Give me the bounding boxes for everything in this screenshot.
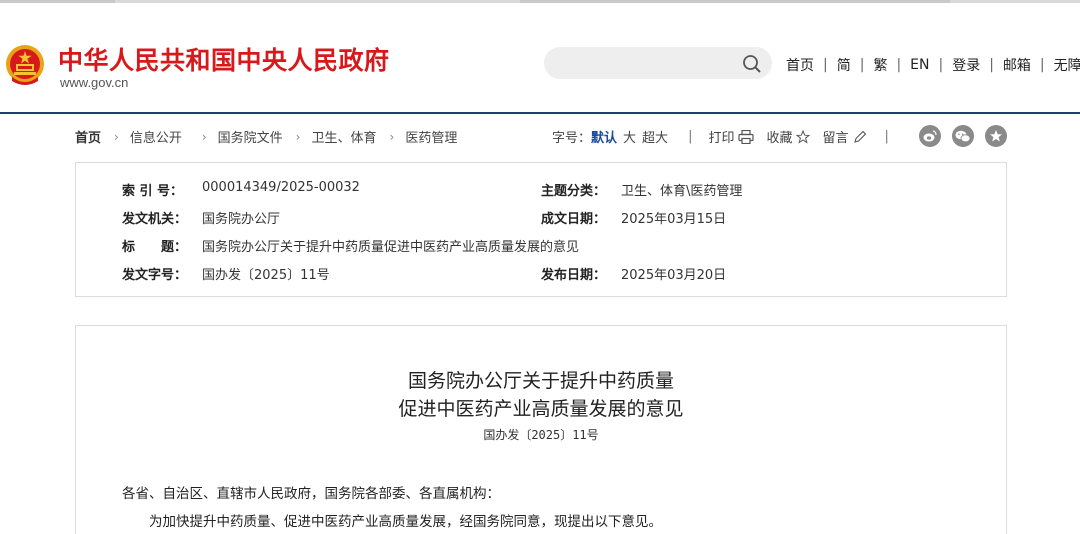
info-issuer: 发文机关： 国务院办公厅 — [122, 208, 280, 227]
breadcrumb: 首页 › 信息公开 › 国务院文件 › 卫生、体育 › 医药管理 — [75, 127, 457, 147]
site-title[interactable]: 中华人民共和国中央人民政府 — [58, 41, 390, 77]
article-doc-number: 国办发〔2025〕11号 — [483, 428, 599, 442]
tools-separator: | — [688, 129, 693, 144]
breadcrumb-home[interactable]: 首页 — [75, 127, 101, 146]
print-label: 打印 — [708, 131, 735, 146]
tools-separator: | — [884, 129, 889, 144]
national-emblem-icon[interactable] — [4, 43, 46, 89]
font-size-label: 字号： — [552, 131, 592, 146]
breadcrumb-item[interactable]: 信息公开 — [130, 127, 182, 146]
article-title-line2: 促进中医药产业高质量发展的意见 — [398, 398, 684, 420]
printer-icon — [738, 129, 755, 144]
site-header: 中华人民共和国中央人民政府 www.gov.cn 首页 | 简 | 繁 | EN… — [0, 3, 1080, 113]
nav-separator: | — [823, 57, 828, 73]
title-value: 国务院办公厅关于提升中药质量促进中医药产业高质量发展的意见 — [202, 240, 580, 255]
issuer-value: 国务院办公厅 — [202, 212, 281, 227]
header-divider — [0, 112, 1080, 114]
nav-english[interactable]: EN — [910, 57, 929, 73]
title-label: 标 题： — [122, 240, 188, 255]
document-info-box: 索 引 号： 000014349/2025-00032 主题分类： 卫生、体育\… — [75, 162, 1007, 297]
index-value: 000014349/2025-00032 — [202, 180, 360, 195]
info-doc-no: 发文字号： 国办发〔2025〕11号 — [122, 264, 330, 283]
pencil-icon — [853, 130, 866, 143]
top-nav: 首页 | 简 | 繁 | EN | 登录 | 邮箱 | 无障碍 — [786, 55, 1080, 75]
index-label: 索 引 号： — [122, 184, 184, 199]
print-button[interactable]: 打印 — [708, 127, 755, 146]
wechat-icon[interactable] — [952, 125, 974, 147]
breadcrumb-item[interactable]: 国务院文件 — [218, 127, 283, 146]
weibo-glyph-icon — [923, 130, 937, 142]
publish-date-value: 2025年03月20日 — [621, 268, 727, 283]
favorite-button[interactable]: 收藏 — [766, 127, 811, 146]
issuer-label: 发文机关： — [122, 212, 188, 227]
chevron-right-icon: › — [389, 129, 395, 144]
nav-traditional[interactable]: 繁 — [873, 55, 887, 75]
breadcrumb-item[interactable]: 卫生、体育 — [311, 127, 376, 146]
chevron-right-icon: › — [295, 129, 301, 144]
article-paragraph: 为加快提升中药质量、促进中医药产业高质量发展，经国务院同意，现提出以下意见。 — [149, 514, 662, 530]
font-size-default[interactable]: 默认 — [591, 127, 617, 146]
publish-date-label: 发布日期： — [541, 268, 607, 283]
nav-accessibility[interactable]: 无障碍 — [1054, 55, 1080, 75]
info-topic: 主题分类： 卫生、体育\医药管理 — [541, 180, 742, 199]
favorite-label: 收藏 — [766, 131, 793, 146]
star-outline-icon — [796, 129, 811, 144]
nav-home[interactable]: 首页 — [786, 55, 814, 75]
topic-label: 主题分类： — [541, 184, 607, 199]
info-index: 索 引 号： 000014349/2025-00032 — [122, 180, 360, 199]
page-tools: 字号： 默认 大 超大 | 打印 收藏 留言 | — [552, 127, 905, 146]
star-glyph-icon — [990, 130, 1002, 142]
nav-login[interactable]: 登录 — [952, 55, 980, 75]
nav-simplified[interactable]: 简 — [837, 55, 851, 75]
nav-mailbox[interactable]: 邮箱 — [1003, 55, 1031, 75]
comment-label: 留言 — [822, 131, 849, 146]
search-icon[interactable] — [742, 54, 762, 74]
chevron-right-icon: › — [114, 129, 119, 144]
info-publish-date: 发布日期： 2025年03月20日 — [541, 264, 726, 283]
doc-no-label: 发文字号： — [122, 268, 188, 283]
nav-separator: | — [1039, 57, 1045, 73]
topic-value: 卫生、体育\医药管理 — [621, 184, 743, 199]
search-input[interactable] — [544, 47, 772, 79]
nav-separator: | — [989, 57, 994, 73]
site-url[interactable]: www.gov.cn — [60, 75, 128, 90]
doc-no-value: 国办发〔2025〕11号 — [202, 268, 330, 283]
comment-button[interactable]: 留言 — [822, 127, 866, 146]
nav-separator: | — [938, 57, 944, 73]
star-icon[interactable] — [985, 125, 1007, 147]
article-body: 国务院办公厅关于提升中药质量 促进中医药产业高质量发展的意见 国办发〔2025〕… — [75, 325, 1007, 534]
breadcrumb-item[interactable]: 医药管理 — [405, 127, 457, 146]
date-written-value: 2025年03月15日 — [621, 212, 727, 227]
nav-separator: | — [896, 57, 902, 73]
article-salutation: 各省、自治区、直辖市人民政府，国务院各部委、各直属机构： — [122, 486, 500, 502]
chevron-right-icon: › — [201, 129, 207, 144]
info-title: 标 题： 国务院办公厅关于提升中药质量促进中医药产业高质量发展的意见 — [122, 236, 579, 255]
weibo-icon[interactable] — [919, 125, 941, 147]
font-size-xlarge[interactable]: 超大 — [642, 127, 668, 146]
info-date-written: 成文日期： 2025年03月15日 — [541, 208, 726, 227]
wechat-glyph-icon — [955, 130, 971, 142]
date-written-label: 成文日期： — [541, 212, 607, 227]
article-title-line1: 国务院办公厅关于提升中药质量 — [407, 370, 674, 392]
nav-separator: | — [859, 57, 865, 73]
font-size-large[interactable]: 大 — [623, 127, 636, 146]
